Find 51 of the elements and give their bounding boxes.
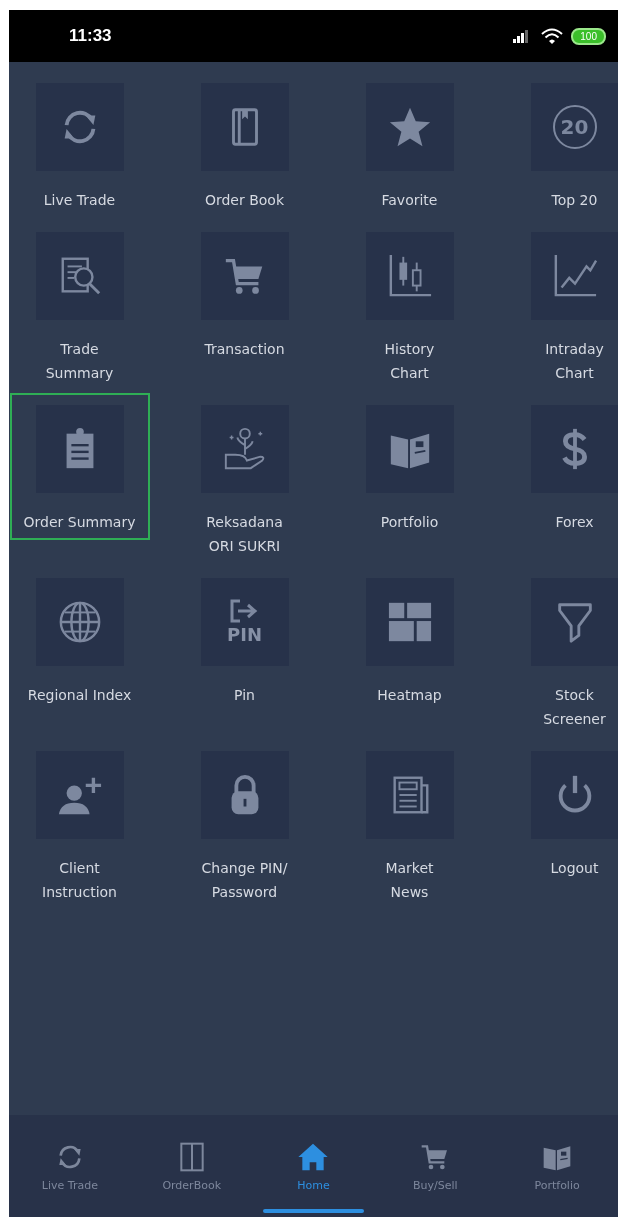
menu-item[interactable]: Client Instruction: [9, 739, 150, 910]
nav-tab[interactable]: OrderBook: [130, 1115, 253, 1217]
menu-item[interactable]: Transaction: [174, 220, 315, 367]
menu-item[interactable]: Live Trade: [9, 71, 150, 218]
menu-label: Intraday Chart: [545, 340, 604, 383]
menu-item[interactable]: PIN Pin: [174, 566, 315, 713]
menu-item[interactable]: Regional Index: [9, 566, 150, 713]
menu-item[interactable]: Order Summary: [9, 393, 150, 540]
menu-label: Client Instruction: [42, 859, 117, 902]
menu-item[interactable]: History Chart: [339, 220, 480, 391]
menu-label: Order Book: [204, 191, 285, 210]
menu-label: Logout: [550, 859, 599, 878]
menu-label: Forex: [555, 513, 594, 532]
menu-item[interactable]: 20 Top 20: [504, 71, 618, 218]
menu-item[interactable]: Trade Summary: [9, 220, 150, 391]
number-badge: 20: [552, 105, 597, 149]
menu-label: Stock Screener: [543, 686, 606, 729]
menu-label: Trade Summary: [45, 340, 114, 383]
menu-label: Live Trade: [43, 191, 116, 210]
menu-label: Regional Index: [27, 686, 132, 705]
menu-label: Heatmap: [377, 686, 442, 705]
battery-indicator: 100: [571, 27, 606, 45]
menu-label: Transaction: [204, 340, 285, 359]
menu-item[interactable]: Favorite: [339, 71, 480, 218]
status-time: 11:33: [69, 26, 112, 46]
menu-label: Pin: [234, 686, 255, 705]
exit-arrow-icon: [229, 599, 260, 623]
nav-tab[interactable]: Portfolio: [496, 1115, 618, 1217]
menu-label: Top 20: [551, 191, 598, 210]
menu-label: Order Summary: [23, 513, 136, 532]
menu-item[interactable]: Change PIN/ Password: [174, 739, 315, 910]
menu-label: History Chart: [384, 340, 435, 383]
menu-item[interactable]: Heatmap: [339, 566, 480, 713]
menu-item[interactable]: Forex: [504, 393, 618, 540]
menu-label: Portfolio: [380, 513, 439, 532]
menu-label: Favorite: [381, 191, 438, 210]
menu-item[interactable]: Intraday Chart: [504, 220, 618, 391]
menu-item[interactable]: Reksadana ORI SUKRI: [174, 393, 315, 564]
nav-tab[interactable]: Buy/Sell: [374, 1115, 497, 1217]
pin-label: PIN: [227, 625, 262, 645]
wifi-icon: [541, 28, 564, 44]
menu-item[interactable]: Stock Screener: [504, 566, 618, 737]
menu-item[interactable]: Logout: [504, 739, 618, 886]
menu-item[interactable]: Order Book: [174, 71, 315, 218]
menu-item[interactable]: Portfolio: [339, 393, 480, 540]
nav-tab[interactable]: Home: [252, 1115, 375, 1217]
menu-item[interactable]: Market News: [339, 739, 480, 910]
menu-label: Reksadana ORI SUKRI: [206, 513, 283, 556]
menu-label: Change PIN/ Password: [201, 859, 288, 902]
nav-tab[interactable]: Live Trade: [9, 1115, 131, 1217]
menu-label: Market News: [385, 859, 434, 902]
